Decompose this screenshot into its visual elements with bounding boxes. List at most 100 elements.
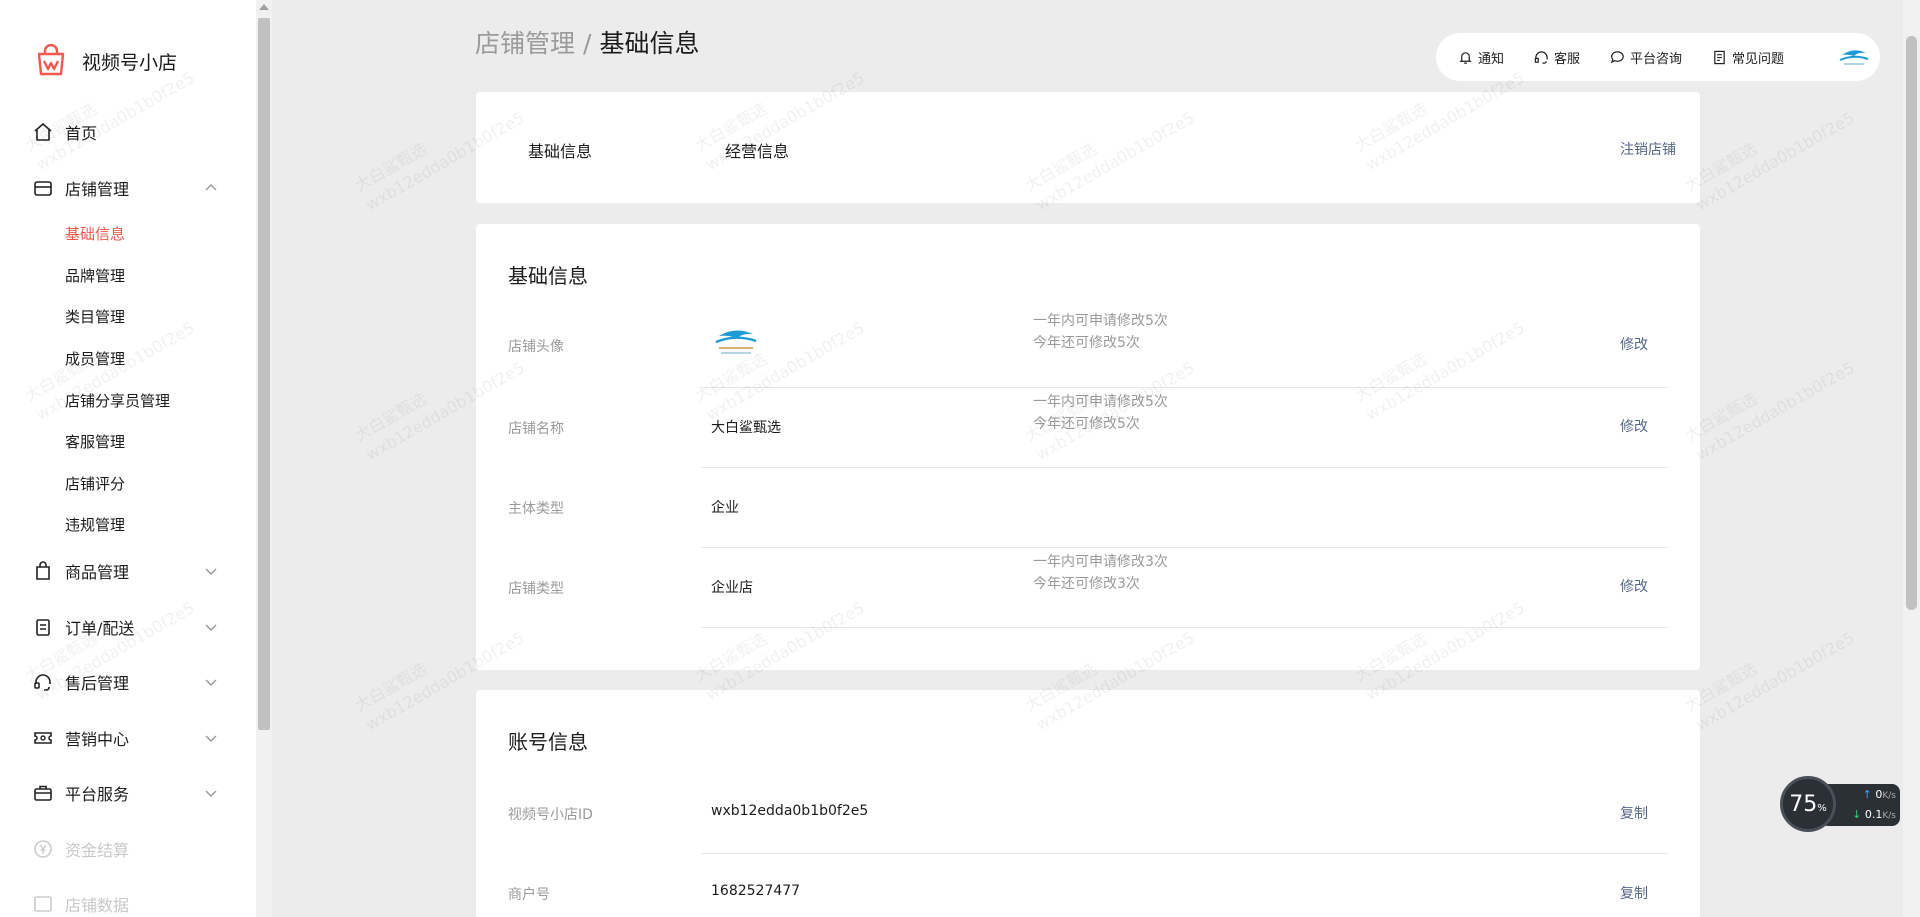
document-icon <box>1714 50 1725 64</box>
page-scrollbar-thumb[interactable] <box>1906 36 1917 610</box>
modification-remaining: 今年还可修改3次 <box>1033 576 1140 592</box>
sidebar-item-label: 商品管理 <box>65 563 130 582</box>
breadcrumb-separator: / <box>583 29 592 58</box>
chevron-down-icon <box>205 790 217 797</box>
headset-icon <box>32 671 54 693</box>
watermark-line: wxb12edda0b1b0f2e5 <box>1692 357 1858 465</box>
section-title: 基础信息 <box>508 264 588 288</box>
sidebar-item-store-management[interactable]: 店铺管理 <box>0 168 256 208</box>
sidebar-item-after-sales[interactable]: 售后管理 <box>0 662 256 702</box>
watermark-line: 大白鲨甄选 <box>1681 138 1761 196</box>
scroll-up-arrow-icon[interactable] <box>259 4 269 10</box>
shark-logo-icon <box>1839 50 1869 65</box>
modification-limit: 一年内可申请修改5次 <box>1033 313 1168 329</box>
sidebar: 视频号小店 首页 店铺管理 基础信息 品牌管理 类目管理 成员管理 店铺分享员管… <box>0 0 256 917</box>
store-id-value: wxb12edda0b1b0f2e5 <box>711 803 869 819</box>
memory-usage-gauge: 75% <box>1780 776 1836 832</box>
modify-store-type-button[interactable]: 修改 <box>1620 576 1648 596</box>
bell-icon <box>1459 51 1472 64</box>
faq-label: 常见问题 <box>1732 51 1785 67</box>
sidebar-subitem-basic-info[interactable]: 基础信息 <box>65 222 125 246</box>
chevron-down-icon <box>205 624 217 631</box>
tab-basic-info[interactable]: 基础信息 <box>528 138 592 162</box>
sidebar-scrollbar-thumb[interactable] <box>258 18 270 730</box>
tabs-card: 基础信息 经营信息 注销店铺 <box>476 92 1700 203</box>
sidebar-item-orders[interactable]: 订单/配送 <box>0 607 256 647</box>
modify-store-name-button[interactable]: 修改 <box>1620 416 1648 436</box>
sidebar-item-label: 订单/配送 <box>65 619 135 638</box>
sidebar-item-label: 店铺管理 <box>65 180 130 199</box>
modification-remaining: 今年还可修改5次 <box>1033 335 1140 351</box>
sidebar-subitem-sharers[interactable]: 店铺分享员管理 <box>65 389 170 413</box>
user-avatar[interactable] <box>1836 39 1872 75</box>
download-unit: K/s <box>1882 811 1896 821</box>
row-key: 主体类型 <box>508 501 564 517</box>
merchant-id-value: 1682527477 <box>711 883 801 899</box>
platform-consult-label: 平台咨询 <box>1630 51 1683 67</box>
briefcase-icon <box>32 782 54 804</box>
top-toolbar: 通知 客服 平台咨询 常见问题 <box>1436 33 1880 81</box>
watermark-text: 大白鲨甄选wxb12edda0b1b0f2e5 <box>1681 338 1859 466</box>
row-key: 店铺头像 <box>508 339 564 355</box>
basic-info-card: 基础信息 店铺头像 一年内可申请修改5次 今年还可修改5次 修改 店铺名称 大白… <box>476 224 1700 670</box>
info-row-store-type: 店铺类型 企业店 一年内可申请修改3次 今年还可修改3次 修改 <box>476 548 1700 628</box>
sidebar-item-label: 平台服务 <box>65 785 130 804</box>
image-icon <box>32 893 54 915</box>
sidebar-item-platform-services[interactable]: 平台服务 <box>0 773 256 813</box>
row-key: 商户号 <box>508 887 550 903</box>
copy-merchant-id-button[interactable]: 复制 <box>1620 883 1648 903</box>
watermark-line: wxb12edda0b1b0f2e5 <box>1692 627 1858 735</box>
sidebar-subitem-members[interactable]: 成员管理 <box>65 347 125 371</box>
sidebar-item-label: 资金结算 <box>65 841 130 860</box>
sidebar-item-marketing[interactable]: 营销中心 <box>0 718 256 758</box>
store-avatar-image <box>711 322 761 362</box>
download-value: 0.1 <box>1864 808 1883 821</box>
bag-icon <box>32 560 54 582</box>
app-logo[interactable]: 视频号小店 <box>34 44 177 78</box>
chevron-down-icon <box>205 568 217 575</box>
gauge-unit: % <box>1817 802 1827 814</box>
sidebar-subitem-violations[interactable]: 违规管理 <box>65 513 125 537</box>
chat-bubble-icon <box>1610 50 1624 63</box>
sidebar-subitem-category[interactable]: 类目管理 <box>65 305 125 329</box>
sidebar-subitem-rating[interactable]: 店铺评分 <box>65 472 125 496</box>
entity-type-value: 企业 <box>711 500 739 516</box>
headset-icon <box>1534 50 1548 64</box>
watermark-line: wxb12edda0b1b0f2e5 <box>1692 107 1858 215</box>
tab-business-info[interactable]: 经营信息 <box>725 138 789 162</box>
deregister-store-link[interactable]: 注销店铺 <box>1620 139 1676 159</box>
modify-avatar-button[interactable]: 修改 <box>1620 334 1648 354</box>
sidebar-item-products[interactable]: 商品管理 <box>0 551 256 591</box>
account-info-card: 账号信息 视频号小店ID wxb12edda0b1b0f2e5 复制 商户号 1… <box>476 690 1700 917</box>
sidebar-subitem-brand[interactable]: 品牌管理 <box>65 264 125 288</box>
platform-consult-button[interactable]: 平台咨询 <box>1610 48 1682 67</box>
modification-remaining: 今年还可修改5次 <box>1033 416 1140 432</box>
copy-store-id-button[interactable]: 复制 <box>1620 803 1648 823</box>
sidebar-subitem-customer-service[interactable]: 客服管理 <box>65 430 125 454</box>
notify-button[interactable]: 通知 <box>1458 48 1504 67</box>
store-icon <box>32 177 54 199</box>
breadcrumb: 店铺管理 / 基础信息 <box>475 24 699 60</box>
customer-service-label: 客服 <box>1554 51 1581 67</box>
watermark-text: 大白鲨甄选wxb12edda0b1b0f2e5 <box>1681 608 1859 736</box>
sidebar-item-settlement[interactable]: 资金结算 <box>0 829 256 869</box>
customer-service-button[interactable]: 客服 <box>1534 48 1580 67</box>
sidebar-item-home[interactable]: 首页 <box>0 112 256 152</box>
notify-label: 通知 <box>1478 51 1505 67</box>
faq-button[interactable]: 常见问题 <box>1712 48 1784 67</box>
store-type-value: 企业店 <box>711 580 753 596</box>
sidebar-item-label: 营销中心 <box>65 730 130 749</box>
info-row-store-name: 店铺名称 大白鲨甄选 一年内可申请修改5次 今年还可修改5次 修改 <box>476 388 1700 468</box>
network-speed-widget[interactable]: ↑ 0K/s ↓ 0.1K/s 75% <box>1780 776 1902 832</box>
ticket-icon <box>32 727 54 749</box>
sidebar-item-store-data[interactable]: 店铺数据 <box>0 884 256 917</box>
info-row-merchant-id: 商户号 1682527477 复制 <box>476 854 1700 917</box>
chevron-down-icon <box>205 735 217 742</box>
watermark-text: 大白鲨甄选wxb12edda0b1b0f2e5 <box>1681 88 1859 216</box>
download-speed: ↓ 0.1K/s <box>1852 808 1896 821</box>
gauge-percent: 75 <box>1789 791 1818 817</box>
section-title: 账号信息 <box>508 730 588 754</box>
breadcrumb-parent[interactable]: 店铺管理 <box>475 29 575 58</box>
sidebar-item-label: 首页 <box>65 124 98 143</box>
row-divider <box>701 627 1668 628</box>
